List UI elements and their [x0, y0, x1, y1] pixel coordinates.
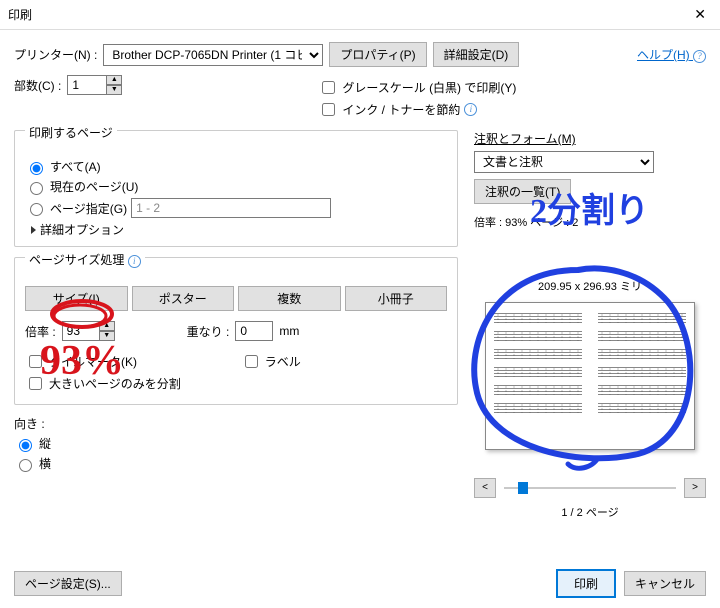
copies-stepper[interactable]: ▲▼ [106, 75, 122, 95]
range-current-radio[interactable] [30, 182, 43, 195]
scale-input[interactable] [62, 321, 100, 341]
tab-size[interactable]: サイズ(I) [25, 286, 128, 311]
printer-label: プリンター(N) : [14, 46, 97, 63]
range-all-label: すべて(A) [50, 158, 101, 175]
annot-list-button[interactable]: 注釈の一覧(T) [474, 179, 571, 204]
saveink-checkbox[interactable] [322, 103, 335, 116]
overlap-unit: mm [279, 324, 299, 338]
orient-landscape-label: 横 [39, 455, 51, 472]
preview-dimensions: 209.95 x 296.93 ミリ [474, 278, 706, 294]
overlap-label: 重なり : [187, 323, 230, 340]
tab-booklet[interactable]: 小冊子 [345, 286, 448, 311]
preview-counter: 1 / 2 ページ [474, 504, 706, 520]
tilemark-label: タイルマーク(K) [49, 353, 137, 370]
close-icon[interactable]: ✕ [688, 6, 712, 23]
info-icon: i [464, 103, 477, 116]
tab-multi[interactable]: 複数 [238, 286, 341, 311]
grayscale-checkbox[interactable] [322, 81, 335, 94]
scale-label: 倍率 : [25, 323, 56, 340]
forms-select[interactable]: 文書と注釈 [474, 151, 654, 173]
bigpage-checkbox[interactable] [29, 377, 42, 390]
range-legend: 印刷するページ [25, 124, 117, 141]
range-more[interactable]: 詳細オプション [31, 221, 447, 238]
tilemark-checkbox[interactable] [29, 355, 42, 368]
saveink-label: インク / トナーを節約 [342, 101, 460, 118]
range-all-radio[interactable] [30, 162, 43, 175]
range-pages-label: ページ指定(G) [50, 200, 127, 217]
preview-next-button[interactable]: > [684, 478, 706, 498]
range-pages-input[interactable] [131, 198, 331, 218]
triangle-icon [31, 226, 36, 234]
properties-button[interactable]: プロパティ(P) [329, 42, 426, 67]
help-icon: ? [693, 50, 706, 63]
tab-poster[interactable]: ポスター [132, 286, 235, 311]
preview-slider[interactable] [504, 487, 676, 489]
size-legend: ページサイズ処理 [29, 253, 124, 267]
page-setup-button[interactable]: ページ設定(S)... [14, 571, 122, 596]
print-button[interactable]: 印刷 [556, 569, 616, 598]
label-checkbox[interactable] [245, 355, 258, 368]
grayscale-label: グレースケール (白黒) で印刷(Y) [342, 79, 516, 96]
info-icon: i [128, 255, 141, 268]
orient-legend: 向き : [14, 417, 45, 431]
overlap-input[interactable] [235, 321, 273, 341]
copies-input[interactable] [67, 75, 107, 95]
range-pages-radio[interactable] [30, 203, 43, 216]
orient-portrait-radio[interactable] [19, 439, 32, 452]
orient-portrait-label: 縦 [39, 435, 51, 452]
preview-scale-line: 倍率 : 93% ページ : 2 [474, 214, 706, 230]
orient-landscape-radio[interactable] [19, 459, 32, 472]
preview-prev-button[interactable]: < [474, 478, 496, 498]
forms-legend: 注釈とフォーム(M) [474, 132, 576, 146]
bigpage-label: 大きいページのみを分割 [49, 375, 181, 392]
range-current-label: 現在のページ(U) [50, 178, 138, 195]
printer-select[interactable]: Brother DCP-7065DN Printer (1 コピー) [103, 44, 323, 66]
copies-label: 部数(C) : [14, 77, 61, 94]
label-chk-label: ラベル [265, 353, 301, 370]
scale-stepper[interactable]: ▲▼ [99, 321, 115, 341]
preview-page [485, 302, 695, 450]
window-title: 印刷 [8, 6, 32, 23]
help-link[interactable]: ヘルプ(H) ? [637, 46, 706, 63]
cancel-button[interactable]: キャンセル [624, 571, 706, 596]
advanced-button[interactable]: 詳細設定(D) [433, 42, 520, 67]
